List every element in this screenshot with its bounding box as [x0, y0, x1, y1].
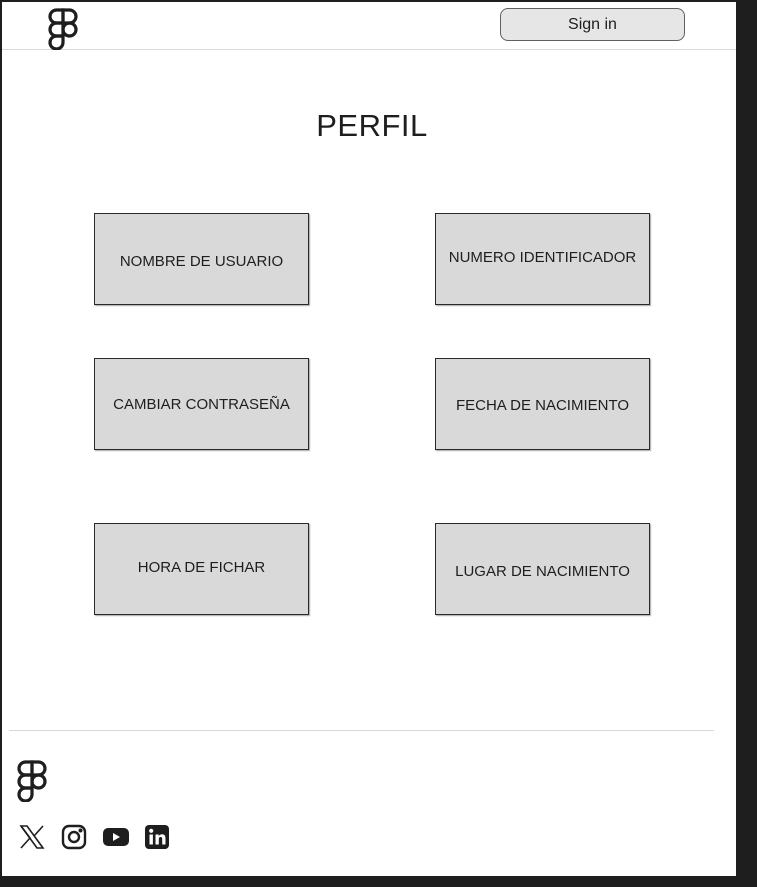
figma-logo-icon[interactable]: [48, 8, 78, 51]
footer-divider: [9, 730, 714, 731]
page-title: PERFIL: [316, 108, 428, 143]
clock-in-time-button[interactable]: HORA DE FICHAR: [94, 523, 309, 615]
page-frame: Sign in PERFIL NOMBRE DE USUARIO NUMERO …: [2, 2, 736, 876]
card-label: CAMBIAR CONTRASEÑA: [113, 395, 290, 413]
birth-place-button[interactable]: LUGAR DE NACIMIENTO: [435, 523, 650, 615]
card-label: FECHA DE NACIMIENTO: [455, 396, 630, 414]
card-label: NOMBRE DE USUARIO: [119, 253, 284, 270]
card-label: HORA DE FICHAR: [137, 559, 266, 576]
card-label: LUGAR DE NACIMIENTO: [455, 562, 630, 580]
id-number-button[interactable]: NUMERO IDENTIFICADOR: [435, 213, 650, 305]
linkedin-icon[interactable]: [143, 824, 171, 850]
username-button[interactable]: NOMBRE DE USUARIO: [94, 213, 309, 305]
change-password-button[interactable]: CAMBIAR CONTRASEÑA: [94, 358, 309, 450]
header: Sign in: [2, 2, 736, 51]
birth-date-button[interactable]: FECHA DE NACIMIENTO: [435, 358, 650, 450]
instagram-icon[interactable]: [60, 824, 88, 850]
card-label: NUMERO IDENTIFICADOR: [448, 249, 637, 266]
x-icon[interactable]: [18, 824, 46, 850]
youtube-icon[interactable]: [101, 824, 131, 850]
sign-in-button[interactable]: Sign in: [500, 8, 685, 41]
figma-logo-icon[interactable]: [17, 760, 47, 803]
